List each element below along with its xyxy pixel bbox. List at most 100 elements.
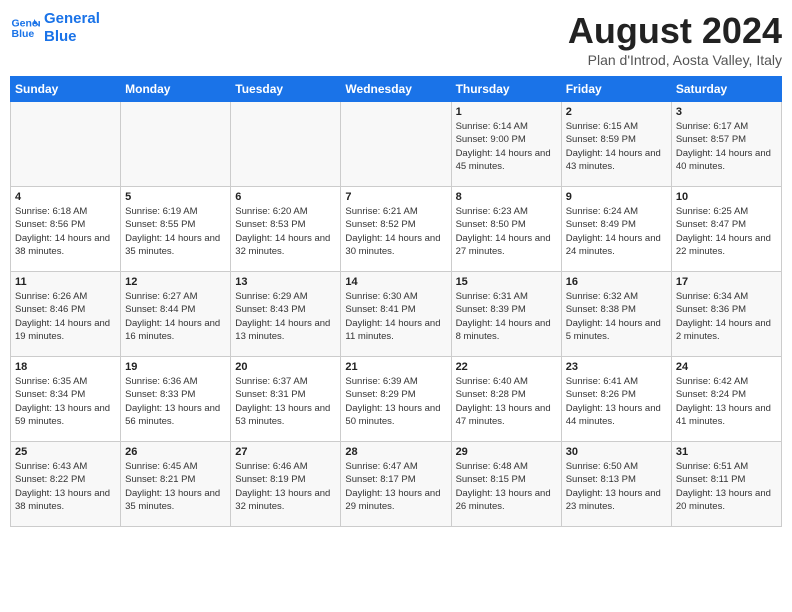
calendar-cell: 28Sunrise: 6:47 AM Sunset: 8:17 PM Dayli… [341, 442, 451, 527]
weekday-header-saturday: Saturday [671, 77, 781, 102]
day-number: 27 [235, 446, 336, 458]
calendar-cell: 22Sunrise: 6:40 AM Sunset: 8:28 PM Dayli… [451, 357, 561, 442]
calendar-week-1: 1 Sunrise: 6:14 AM Sunset: 9:00 PM Daylig… [11, 102, 782, 187]
weekday-header-friday: Friday [561, 77, 671, 102]
subtitle: Plan d'Introd, Aosta Valley, Italy [568, 52, 782, 68]
day-info: Sunrise: 6:18 AM Sunset: 8:56 PM Dayligh… [15, 205, 116, 258]
title-area: August 2024 Plan d'Introd, Aosta Valley,… [568, 10, 782, 68]
main-title: August 2024 [568, 10, 782, 52]
calendar-cell: 1 Sunrise: 6:14 AM Sunset: 9:00 PM Daylig… [451, 102, 561, 187]
day-info: Sunrise: 6:47 AM Sunset: 8:17 PM Dayligh… [345, 460, 446, 513]
logo: General Blue General Blue [10, 10, 100, 46]
weekday-header-tuesday: Tuesday [231, 77, 341, 102]
calendar-cell: 14 Sunrise: 6:30 AM Sunset: 8:41 PM Dayli… [341, 272, 451, 357]
day-info: Sunrise: 6:17 AM Sunset: 8:57 PM Dayligh… [676, 120, 777, 173]
day-number: 11 [15, 276, 116, 288]
calendar-cell [231, 102, 341, 187]
calendar-cell: 8 Sunrise: 6:23 AM Sunset: 8:50 PM Daylig… [451, 187, 561, 272]
day-number: 17 [676, 276, 777, 288]
day-info: Sunrise: 6:35 AM Sunset: 8:34 PM Dayligh… [15, 375, 116, 428]
day-info: Sunrise: 6:23 AM Sunset: 8:50 PM Dayligh… [456, 205, 557, 258]
day-number: 20 [235, 361, 336, 373]
calendar-cell [341, 102, 451, 187]
day-number: 30 [566, 446, 667, 458]
calendar-cell: 16Sunrise: 6:32 AM Sunset: 8:38 PM Dayli… [561, 272, 671, 357]
day-number: 14 [345, 276, 446, 288]
day-number: 15 [456, 276, 557, 288]
day-number: 5 [125, 191, 226, 203]
calendar-cell: 19 Sunrise: 6:36 AM Sunset: 8:33 PM Dayli… [121, 357, 231, 442]
day-info: Sunrise: 6:25 AM Sunset: 8:47 PM Dayligh… [676, 205, 777, 258]
day-number: 18 [15, 361, 116, 373]
calendar-cell: 30 Sunrise: 6:50 AM Sunset: 8:13 PM Dayli… [561, 442, 671, 527]
day-number: 2 [566, 106, 667, 118]
calendar-cell: 3Sunrise: 6:17 AM Sunset: 8:57 PM Daylig… [671, 102, 781, 187]
day-info: Sunrise: 6:27 AM Sunset: 8:44 PM Dayligh… [125, 290, 226, 343]
day-number: 29 [456, 446, 557, 458]
calendar-cell: 11 Sunrise: 6:26 AM Sunset: 8:46 PM Dayli… [11, 272, 121, 357]
day-number: 6 [235, 191, 336, 203]
day-info: Sunrise: 6:30 AM Sunset: 8:41 PM Dayligh… [345, 290, 446, 343]
day-info: Sunrise: 6:37 AM Sunset: 8:31 PM Dayligh… [235, 375, 336, 428]
day-info: Sunrise: 6:14 AM Sunset: 9:00 PM Dayligh… [456, 120, 557, 173]
day-number: 4 [15, 191, 116, 203]
calendar-cell: 17 Sunrise: 6:34 AM Sunset: 8:36 PM Dayli… [671, 272, 781, 357]
day-number: 26 [125, 446, 226, 458]
weekday-header-thursday: Thursday [451, 77, 561, 102]
day-info: Sunrise: 6:46 AM Sunset: 8:19 PM Dayligh… [235, 460, 336, 513]
day-info: Sunrise: 6:39 AM Sunset: 8:29 PM Dayligh… [345, 375, 446, 428]
day-number: 31 [676, 446, 777, 458]
calendar-table: SundayMondayTuesdayWednesdayThursdayFrid… [10, 76, 782, 527]
calendar-cell: 2 Sunrise: 6:15 AM Sunset: 8:59 PM Daylig… [561, 102, 671, 187]
day-info: Sunrise: 6:15 AM Sunset: 8:59 PM Dayligh… [566, 120, 667, 173]
logo-text-blue: Blue [44, 28, 100, 46]
day-number: 19 [125, 361, 226, 373]
day-number: 13 [235, 276, 336, 288]
day-info: Sunrise: 6:43 AM Sunset: 8:22 PM Dayligh… [15, 460, 116, 513]
weekday-header-monday: Monday [121, 77, 231, 102]
calendar-cell: 7 Sunrise: 6:21 AM Sunset: 8:52 PM Daylig… [341, 187, 451, 272]
day-info: Sunrise: 6:31 AM Sunset: 8:39 PM Dayligh… [456, 290, 557, 343]
calendar-cell: 20 Sunrise: 6:37 AM Sunset: 8:31 PM Dayli… [231, 357, 341, 442]
day-info: Sunrise: 6:45 AM Sunset: 8:21 PM Dayligh… [125, 460, 226, 513]
day-info: Sunrise: 6:19 AM Sunset: 8:55 PM Dayligh… [125, 205, 226, 258]
calendar-body: 1 Sunrise: 6:14 AM Sunset: 9:00 PM Daylig… [11, 102, 782, 527]
calendar-cell: 6Sunrise: 6:20 AM Sunset: 8:53 PM Daylig… [231, 187, 341, 272]
calendar-cell: 24Sunrise: 6:42 AM Sunset: 8:24 PM Dayli… [671, 357, 781, 442]
day-info: Sunrise: 6:26 AM Sunset: 8:46 PM Dayligh… [15, 290, 116, 343]
calendar-cell: 4 Sunrise: 6:18 AM Sunset: 8:56 PM Daylig… [11, 187, 121, 272]
day-number: 9 [566, 191, 667, 203]
calendar-cell [121, 102, 231, 187]
calendar-cell: 18 Sunrise: 6:35 AM Sunset: 8:34 PM Dayli… [11, 357, 121, 442]
calendar-cell: 15 Sunrise: 6:31 AM Sunset: 8:39 PM Dayli… [451, 272, 561, 357]
day-info: Sunrise: 6:36 AM Sunset: 8:33 PM Dayligh… [125, 375, 226, 428]
day-number: 21 [345, 361, 446, 373]
day-info: Sunrise: 6:29 AM Sunset: 8:43 PM Dayligh… [235, 290, 336, 343]
day-info: Sunrise: 6:40 AM Sunset: 8:28 PM Dayligh… [456, 375, 557, 428]
calendar-cell: 12Sunrise: 6:27 AM Sunset: 8:44 PM Dayli… [121, 272, 231, 357]
day-number: 1 [456, 106, 557, 118]
day-info: Sunrise: 6:48 AM Sunset: 8:15 PM Dayligh… [456, 460, 557, 513]
day-number: 10 [676, 191, 777, 203]
calendar-week-2: 4 Sunrise: 6:18 AM Sunset: 8:56 PM Daylig… [11, 187, 782, 272]
calendar-cell: 23Sunrise: 6:41 AM Sunset: 8:26 PM Dayli… [561, 357, 671, 442]
day-number: 23 [566, 361, 667, 373]
svg-text:Blue: Blue [12, 28, 35, 40]
weekday-header-sunday: Sunday [11, 77, 121, 102]
day-info: Sunrise: 6:42 AM Sunset: 8:24 PM Dayligh… [676, 375, 777, 428]
day-info: Sunrise: 6:21 AM Sunset: 8:52 PM Dayligh… [345, 205, 446, 258]
calendar-cell: 5 Sunrise: 6:19 AM Sunset: 8:55 PM Daylig… [121, 187, 231, 272]
calendar-week-5: 25Sunrise: 6:43 AM Sunset: 8:22 PM Dayli… [11, 442, 782, 527]
logo-text-general: General [44, 10, 100, 28]
calendar-week-3: 11 Sunrise: 6:26 AM Sunset: 8:46 PM Dayli… [11, 272, 782, 357]
calendar-cell [11, 102, 121, 187]
day-number: 7 [345, 191, 446, 203]
day-number: 8 [456, 191, 557, 203]
calendar-cell: 29 Sunrise: 6:48 AM Sunset: 8:15 PM Dayli… [451, 442, 561, 527]
day-info: Sunrise: 6:24 AM Sunset: 8:49 PM Dayligh… [566, 205, 667, 258]
day-info: Sunrise: 6:50 AM Sunset: 8:13 PM Dayligh… [566, 460, 667, 513]
day-info: Sunrise: 6:34 AM Sunset: 8:36 PM Dayligh… [676, 290, 777, 343]
calendar-cell: 13 Sunrise: 6:29 AM Sunset: 8:43 PM Dayli… [231, 272, 341, 357]
page-header: General Blue General Blue August 2024 Pl… [10, 10, 782, 68]
calendar-week-4: 18 Sunrise: 6:35 AM Sunset: 8:34 PM Dayli… [11, 357, 782, 442]
